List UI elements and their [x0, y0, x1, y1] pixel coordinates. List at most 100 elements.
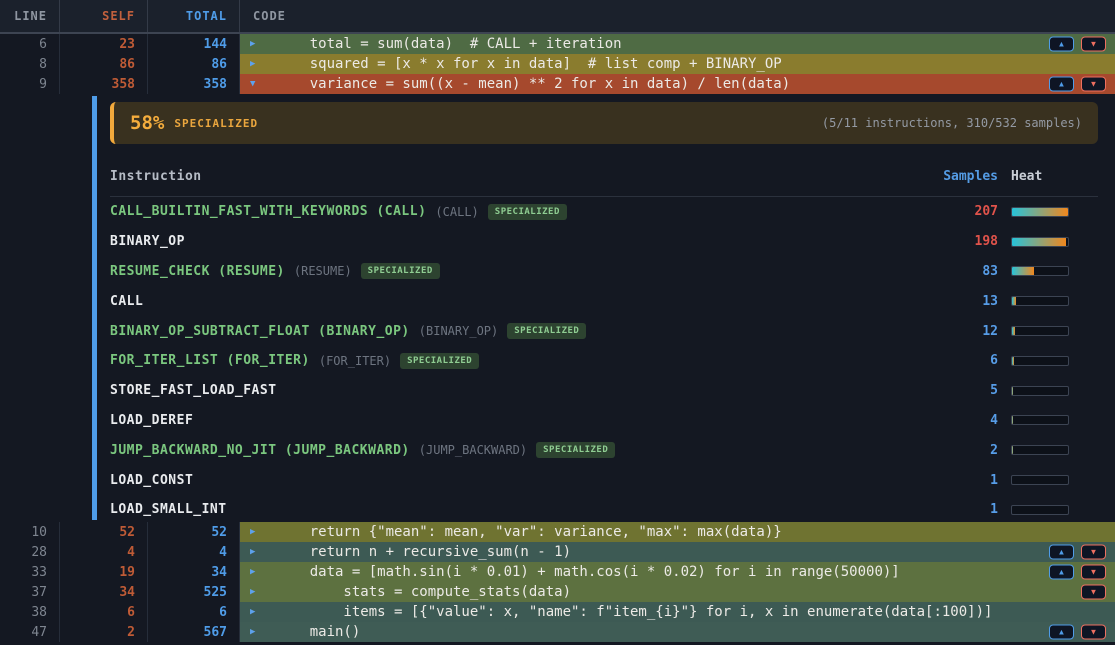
sample-count: 6: [942, 353, 998, 368]
code-cell[interactable]: ▶ return n + recursive_sum(n - 1)▲▼: [240, 542, 1115, 562]
expand-row-icon[interactable]: ▶: [250, 542, 264, 562]
instruction-name: BINARY_OP_SUBTRACT_FLOAT (BINARY_OP)(BIN…: [110, 323, 942, 339]
collapse-row-icon[interactable]: ▼: [250, 74, 264, 94]
specialized-badge: SPECIALIZED: [400, 353, 479, 369]
jump-up-button[interactable]: ▲: [1049, 77, 1074, 92]
instruction-row: LOAD_SMALL_INT1: [110, 495, 1098, 525]
column-header-instruction: Instruction: [110, 169, 942, 184]
instruction-opcode: JUMP_BACKWARD_NO_JIT (JUMP_BACKWARD): [110, 443, 410, 458]
code-cell[interactable]: ▶ data = [math.sin(i * 0.01) + math.cos(…: [240, 562, 1115, 582]
code-cell[interactable]: ▶ squared = [x * x for x in data] # list…: [240, 54, 1115, 74]
code-row: 331934▶ data = [math.sin(i * 0.01) + mat…: [0, 562, 1115, 582]
row-nav-buttons: ▲▼: [1049, 625, 1106, 640]
expand-row-icon[interactable]: ▶: [250, 54, 264, 74]
jump-up-button[interactable]: ▲: [1049, 625, 1074, 640]
column-header-samples: Samples: [942, 169, 998, 184]
jump-up-button[interactable]: ▲: [1049, 565, 1074, 580]
jump-down-button[interactable]: ▼: [1081, 625, 1106, 640]
heat-bar-track: [1011, 296, 1069, 306]
total-samples: 52: [148, 522, 240, 542]
expand-row-icon[interactable]: ▶: [250, 522, 264, 542]
instruction-row: JUMP_BACKWARD_NO_JIT (JUMP_BACKWARD)(JUM…: [110, 435, 1098, 465]
heat-bar-fill: [1012, 297, 1016, 305]
code-row: 9358358▼ variance = sum((x - mean) ** 2 …: [0, 74, 1115, 94]
profiler-app: LINE SELF TOTAL CODE 623144▶ total = sum…: [0, 0, 1115, 645]
instruction-row: CALL_BUILTIN_FAST_WITH_KEYWORDS (CALL)(C…: [110, 197, 1098, 227]
self-samples: 19: [60, 562, 148, 582]
expand-row-icon[interactable]: ▶: [250, 622, 264, 642]
heat-bar-fill: [1012, 416, 1013, 424]
source-code-line: squared = [x * x for x in data] # list c…: [276, 54, 782, 74]
code-row: 623144▶ total = sum(data) # CALL + itera…: [0, 34, 1115, 54]
instruction-table-header: Instruction Samples Heat: [110, 144, 1098, 197]
jump-down-button[interactable]: ▼: [1081, 565, 1106, 580]
total-samples: 34: [148, 562, 240, 582]
heat-column: [1011, 356, 1098, 366]
heat-column: [1011, 266, 1098, 276]
source-code-line: stats = compute_stats(data): [276, 582, 571, 602]
code-row: 3866▶ items = [{"value": x, "name": f"it…: [0, 602, 1115, 622]
line-number: 47: [0, 622, 60, 642]
expand-row-icon[interactable]: ▶: [250, 34, 264, 54]
heat-bar-track: [1011, 266, 1069, 276]
expand-row-icon[interactable]: ▶: [250, 582, 264, 602]
source-code-line: items = [{"value": x, "name": f"item_{i}…: [276, 602, 992, 622]
code-cell[interactable]: ▶ main()▲▼: [240, 622, 1115, 642]
specialized-label: SPECIALIZED: [174, 117, 258, 130]
expansion-guide-line: [92, 96, 97, 520]
heat-bar-fill: [1012, 208, 1068, 216]
code-row: 3734525▶ stats = compute_stats(data)▼: [0, 582, 1115, 602]
expand-row-icon[interactable]: ▶: [250, 602, 264, 622]
instruction-row: CALL13: [110, 286, 1098, 316]
code-rows-bottom: 105252▶ return {"mean": mean, "var": var…: [0, 522, 1115, 642]
self-samples: 2: [60, 622, 148, 642]
instruction-opcode: LOAD_DEREF: [110, 413, 193, 428]
sample-count: 207: [942, 204, 998, 219]
instruction-row: LOAD_CONST1: [110, 465, 1098, 495]
heat-bar-fill: [1012, 357, 1014, 365]
code-cell[interactable]: ▶ stats = compute_stats(data) ▼: [240, 582, 1115, 602]
code-cell[interactable]: ▶ return {"mean": mean, "var": variance,…: [240, 522, 1115, 542]
heat-column: [1011, 386, 1098, 396]
specialized-percent: 58%: [130, 112, 164, 134]
line-number: 10: [0, 522, 60, 542]
instruction-opcode: FOR_ITER_LIST (FOR_ITER): [110, 353, 310, 368]
instruction-name: BINARY_OP: [110, 234, 942, 249]
jump-down-button[interactable]: ▼: [1081, 77, 1106, 92]
line-number: 37: [0, 582, 60, 602]
sample-count: 13: [942, 294, 998, 309]
jump-down-button[interactable]: ▼: [1081, 585, 1106, 600]
line-number: 8: [0, 54, 60, 74]
sample-count: 1: [942, 473, 998, 488]
total-samples: 358: [148, 74, 240, 94]
instruction-name: LOAD_CONST: [110, 473, 942, 488]
jump-up-button[interactable]: ▲: [1049, 545, 1074, 560]
instruction-name: LOAD_SMALL_INT: [110, 502, 942, 517]
heat-bar-fill: [1012, 267, 1034, 275]
heat-bar-fill: [1012, 387, 1013, 395]
line-number: 33: [0, 562, 60, 582]
total-samples: 4: [148, 542, 240, 562]
instruction-row: STORE_FAST_LOAD_FAST5: [110, 376, 1098, 406]
specialized-badge: SPECIALIZED: [536, 442, 615, 458]
jump-down-button[interactable]: ▼: [1081, 545, 1106, 560]
specialization-banner: 58% SPECIALIZED (5/11 instructions, 310/…: [110, 102, 1098, 144]
jump-down-button[interactable]: ▼: [1081, 37, 1106, 52]
self-samples: 52: [60, 522, 148, 542]
instruction-opcode: BINARY_OP: [110, 234, 185, 249]
expand-row-icon[interactable]: ▶: [250, 562, 264, 582]
instruction-name: FOR_ITER_LIST (FOR_ITER)(FOR_ITER)SPECIA…: [110, 353, 942, 369]
row-nav-buttons: ▲▼: [1049, 37, 1106, 52]
heat-bar-fill: [1012, 446, 1013, 454]
jump-up-button[interactable]: ▲: [1049, 37, 1074, 52]
code-cell[interactable]: ▼ variance = sum((x - mean) ** 2 for x i…: [240, 74, 1115, 94]
total-samples: 6: [148, 602, 240, 622]
sample-count: 1: [942, 502, 998, 517]
line-number: 9: [0, 74, 60, 94]
code-cell[interactable]: ▶ total = sum(data) # CALL + iteration▲▼: [240, 34, 1115, 54]
heat-column: [1011, 207, 1098, 217]
code-cell[interactable]: ▶ items = [{"value": x, "name": f"item_{…: [240, 602, 1115, 622]
source-code-line: variance = sum((x - mean) ** 2 for x in …: [276, 74, 790, 94]
column-header-total: TOTAL: [148, 0, 240, 32]
heat-bar-track: [1011, 326, 1069, 336]
